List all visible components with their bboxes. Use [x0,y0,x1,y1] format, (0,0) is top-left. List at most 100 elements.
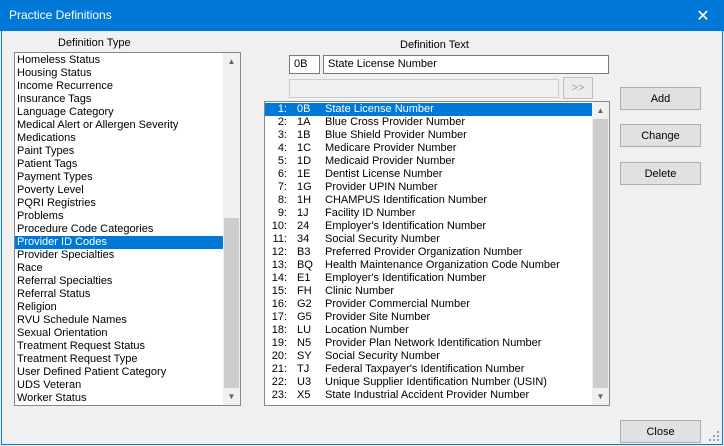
row-number: 10: [271,220,287,232]
definition-row[interactable]: 2: 1A Blue Cross Provider Number [265,116,593,129]
definition-type-item[interactable]: Provider ID Codes [15,236,223,249]
definition-type-item[interactable]: Referral Specialties [15,275,223,288]
row-description: Employer's Identification Number [325,272,487,284]
up-arrow-icon[interactable]: ▲ [592,102,609,119]
definition-type-item[interactable]: Payment Types [15,171,223,184]
row-number: 19: [271,337,287,349]
row-code: 1D [297,155,312,167]
definition-row[interactable]: 6: 1E Dentist License Number [265,168,593,181]
definition-row[interactable]: 17: G5 Provider Site Number [265,311,593,324]
close-button[interactable]: Close [620,420,701,443]
definition-type-item[interactable]: Medications [15,132,223,145]
delete-button[interactable]: Delete [620,162,701,185]
definition-type-item[interactable]: PQRI Registries [15,197,223,210]
definition-type-item[interactable]: Patient Tags [15,158,223,171]
definitions-rows: 1: 0B State License Number 2: 1A Blue Cross P… [265,102,593,402]
definition-row[interactable]: 3: 1B Blue Shield Provider Number [265,129,593,142]
definition-row[interactable]: 19: N5 Provider Plan Network Identificatio… [265,337,593,350]
definition-type-item[interactable]: Homeless Status [15,54,223,67]
definition-type-item[interactable]: Paint Types [15,145,223,158]
definition-type-list[interactable]: Homeless Status Housing Status Income Recu… [14,52,241,406]
definition-row[interactable]: 1: 0B State License Number [265,103,593,116]
definition-row[interactable]: 15: FH Clinic Number [265,285,593,298]
row-number: 8: [277,194,287,206]
definition-type-item[interactable]: RVU Schedule Names [15,314,223,327]
definition-type-item[interactable]: Provider Specialties [15,249,223,262]
definition-type-item[interactable]: Treatment Request Type [15,353,223,366]
definition-type-item[interactable]: Race [15,262,223,275]
row-number: 1: [277,103,287,115]
definition-type-item[interactable]: Problems [15,210,223,223]
row-code: BQ [297,259,313,271]
close-icon[interactable]: ✕ [682,0,724,31]
definition-row[interactable]: 13: BQ Health Maintenance Organization Cod… [265,259,593,272]
row-description: Provider Commercial Number [325,298,470,310]
row-code: G2 [297,298,312,310]
move-right-button[interactable]: >> [563,77,593,99]
up-arrow-icon[interactable]: ▲ [223,53,240,70]
change-button[interactable]: Change [620,124,701,147]
row-description: State Industrial Accident Provider Numbe… [325,389,530,401]
definition-row[interactable]: 14: E1 Employer's Identification Number [265,272,593,285]
scrollbar-thumb[interactable] [593,119,608,388]
row-description: Location Number [325,324,409,336]
row-description: Blue Shield Provider Number [325,129,467,141]
row-code: G5 [297,311,312,323]
definition-row[interactable]: 5: 1D Medicaid Provider Number [265,155,593,168]
definition-row[interactable]: 20: SY Social Security Number [265,350,593,363]
row-number: 7: [277,181,287,193]
row-code: N5 [297,337,312,349]
row-number: 13: [271,259,287,271]
row-number: 15: [271,285,287,297]
down-arrow-icon[interactable]: ▼ [223,388,240,405]
definition-type-item[interactable]: Income Recurrence [15,80,223,93]
definition-type-item[interactable]: Treatment Request Status [15,340,223,353]
definition-row[interactable]: 10: 24 Employer's Identification Number [265,220,593,233]
row-number: 18: [271,324,287,336]
definition-row[interactable]: 4: 1C Medicare Provider Number [265,142,593,155]
row-number: 16: [271,298,287,310]
definition-row[interactable]: 12: B3 Preferred Provider Organization Num… [265,246,593,259]
row-code: U3 [297,376,312,388]
row-number: 21: [271,363,287,375]
definition-text-input[interactable]: State License Number [323,55,609,74]
definition-row[interactable]: 18: LU Location Number [265,324,593,337]
definition-type-item[interactable]: Language Category [15,106,223,119]
definition-type-item[interactable]: Sexual Orientation [15,327,223,340]
definition-row[interactable]: 22: U3 Unique Supplier Identification Numb… [265,376,593,389]
definition-type-item[interactable]: Medical Alert or Allergen Severity [15,119,223,132]
row-number: 11: [272,233,287,245]
definition-type-item[interactable]: Insurance Tags [15,93,223,106]
definition-row[interactable]: 21: TJ Federal Taxpayer's Identification N… [265,363,593,376]
row-description: Provider Plan Network Identification Num… [325,337,542,349]
scrollbar-thumb[interactable] [224,218,239,388]
definition-type-item[interactable]: Referral Status [15,288,223,301]
row-code: 1A [297,116,311,128]
definition-type-item[interactable]: User Defined Patient Category [15,366,223,379]
definition-row[interactable]: 23: X5 State Industrial Accident Provider … [265,389,593,402]
definition-row[interactable]: 16: G2 Provider Commercial Number [265,298,593,311]
type-list-scrollbar[interactable]: ▲ ▼ [223,53,240,405]
definition-row[interactable]: 7: 1G Provider UPIN Number [265,181,593,194]
title-bar: Practice Definitions ✕ [0,0,724,31]
definition-type-item[interactable]: Procedure Code Categories [15,223,223,236]
definition-row[interactable]: 8: 1H CHAMPUS Identification Number [265,194,593,207]
definition-type-item[interactable]: UDS Veteran [15,379,223,392]
definitions-list[interactable]: 1: 0B State License Number 2: 1A Blue Cross P… [264,101,610,406]
definition-row[interactable]: 9: 1J Facility ID Number [265,207,593,220]
definition-code-input[interactable]: 0B [289,55,320,74]
definition-row[interactable]: 11: 34 Social Security Number [265,233,593,246]
size-grip-icon[interactable] [708,430,720,442]
secondary-text-input[interactable] [289,79,559,98]
down-arrow-icon[interactable]: ▼ [592,388,609,405]
definition-type-item[interactable]: Housing Status [15,67,223,80]
definitions-scrollbar[interactable]: ▲ ▼ [592,102,609,405]
row-description: CHAMPUS Identification Number [325,194,488,206]
definition-type-item[interactable]: Religion [15,301,223,314]
row-number: 6: [277,168,287,180]
add-button[interactable]: Add [620,87,701,110]
row-code: TJ [297,363,310,375]
row-number: 12: [271,246,287,258]
definition-type-item[interactable]: Worker Status [15,392,223,405]
definition-type-item[interactable]: Poverty Level [15,184,223,197]
